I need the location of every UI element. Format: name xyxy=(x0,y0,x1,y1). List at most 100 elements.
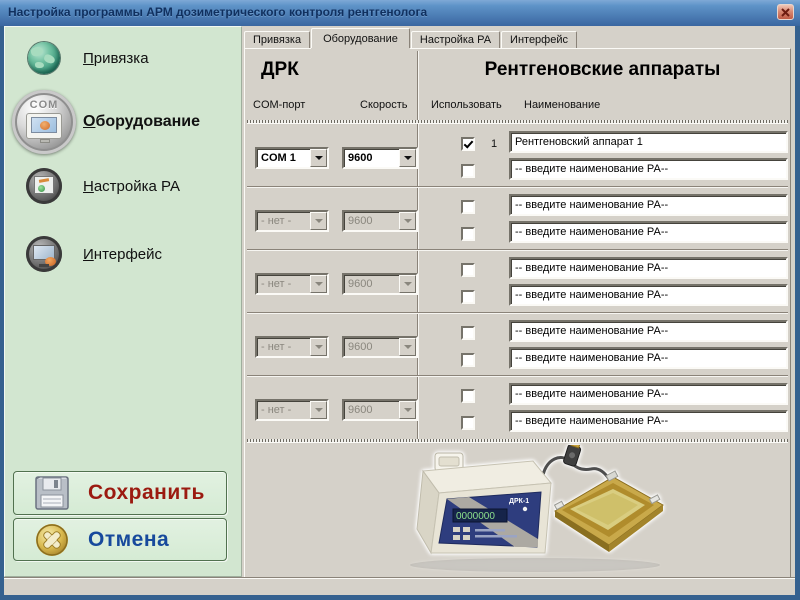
com-port-select: - нет - xyxy=(255,273,329,295)
close-button[interactable] xyxy=(777,4,794,20)
ra-name-input[interactable] xyxy=(509,284,788,306)
com-port-value: - нет - xyxy=(261,339,308,355)
drk-unit: ДРК-1 0000000 xyxy=(417,453,551,553)
accel-letter: О xyxy=(83,113,95,130)
dropdown-button[interactable] xyxy=(310,401,327,419)
dropdown-button[interactable] xyxy=(310,149,327,167)
icon-wrap xyxy=(5,168,83,204)
accel-letter: Н xyxy=(83,178,94,195)
dropdown-button[interactable] xyxy=(399,401,416,419)
sidebar-item-label: Настройка РА xyxy=(83,178,180,195)
drk-section-header: ДРК xyxy=(261,59,299,81)
use-checkbox[interactable] xyxy=(461,290,475,304)
use-checkbox[interactable] xyxy=(461,164,475,178)
icon-wrap xyxy=(5,236,83,272)
use-checkbox[interactable] xyxy=(461,200,475,214)
ra-row xyxy=(459,194,788,221)
column-label-com-port: COM-порт xyxy=(253,99,305,111)
dropdown-button[interactable] xyxy=(399,275,416,293)
drk-group: - нет - 9600 xyxy=(247,376,788,439)
use-checkbox[interactable] xyxy=(461,326,475,340)
ra-name-input[interactable] xyxy=(509,131,788,153)
device-label-text: ДРК-1 xyxy=(509,498,529,505)
dropdown-button[interactable] xyxy=(399,212,416,230)
chevron-down-icon xyxy=(404,345,412,349)
cable xyxy=(543,445,609,479)
ra-section-header: Рентгеновские аппараты xyxy=(417,59,788,81)
ra-row-number: 1 xyxy=(485,138,503,150)
column-label-use: Использовать xyxy=(431,99,502,111)
use-checkbox[interactable] xyxy=(461,416,475,430)
speed-select[interactable]: 9600 xyxy=(342,147,418,169)
dropdown-button[interactable] xyxy=(310,275,327,293)
dropdown-button[interactable] xyxy=(310,212,327,230)
detector-plate xyxy=(555,471,663,552)
status-strip xyxy=(4,577,795,595)
speed-value: 9600 xyxy=(348,213,397,229)
ra-name-input[interactable] xyxy=(509,158,788,180)
speed-value: 9600 xyxy=(348,402,397,418)
ra-name-input[interactable] xyxy=(509,257,788,279)
ra-row: 1 xyxy=(459,131,788,158)
ra-name-input[interactable] xyxy=(509,383,788,405)
sidebar-item-nastroyka-ra[interactable]: Настройка РА xyxy=(5,156,241,216)
use-checkbox[interactable] xyxy=(461,353,475,367)
ra-row xyxy=(459,257,788,284)
cancel-button[interactable]: Отмена xyxy=(13,518,227,561)
use-checkbox[interactable] xyxy=(461,137,475,151)
window-title: Настройка программы АРМ дозиметрического… xyxy=(8,5,777,19)
ra-name-input[interactable] xyxy=(509,194,788,216)
label-rest: борудование xyxy=(95,113,200,130)
settings-window: Настройка программы АРМ дозиметрического… xyxy=(0,0,800,600)
accel-letter: П xyxy=(83,50,94,67)
chevron-down-icon xyxy=(315,219,323,223)
save-button[interactable]: Сохранить xyxy=(13,471,227,515)
com-port-select[interactable]: COM 1 xyxy=(255,147,329,169)
chevron-down-icon xyxy=(315,282,323,286)
com-port-select: - нет - xyxy=(255,210,329,232)
label-rest: нтерфейс xyxy=(94,246,162,263)
chevron-down-icon xyxy=(315,408,323,412)
label-rest: ривязка xyxy=(94,50,149,67)
speed-value: 9600 xyxy=(348,150,397,166)
tab-interfeys[interactable]: Интерфейс xyxy=(501,31,577,48)
sidebar: Привязка COM Оборудование Настройка xyxy=(4,26,242,577)
ra-row xyxy=(459,221,788,248)
device-lcd-text: 0000000 xyxy=(456,511,495,522)
icon-wrap xyxy=(32,474,72,512)
com-port-value: - нет - xyxy=(261,213,308,229)
globe-icon xyxy=(28,42,60,74)
ra-name-input[interactable] xyxy=(509,410,788,432)
close-icon xyxy=(781,8,790,17)
speed-select: 9600 xyxy=(342,273,418,295)
sidebar-item-oborudovanie[interactable]: COM Оборудование xyxy=(5,88,241,156)
dotted-separator-bottom xyxy=(247,439,788,443)
ra-settings-icon xyxy=(26,168,62,204)
dropdown-button[interactable] xyxy=(310,338,327,356)
ra-name-input[interactable] xyxy=(509,347,788,369)
ra-name-input[interactable] xyxy=(509,320,788,342)
icon-wrap xyxy=(5,42,83,74)
dropdown-button[interactable] xyxy=(399,149,416,167)
tab-nastroyka-ra[interactable]: Настройка РА xyxy=(411,31,500,48)
use-checkbox[interactable] xyxy=(461,263,475,277)
chevron-down-icon xyxy=(404,408,412,412)
use-checkbox[interactable] xyxy=(461,389,475,403)
chevron-down-icon xyxy=(404,282,412,286)
equipment-tab-panel: ДРК Рентгеновские аппараты COM-порт Скор… xyxy=(244,48,791,577)
chevron-down-icon xyxy=(315,156,323,160)
sidebar-item-label: Привязка xyxy=(83,50,149,67)
save-button-label: Сохранить xyxy=(88,481,205,505)
tab-oborudovanie[interactable]: Оборудование xyxy=(311,28,410,48)
use-checkbox[interactable] xyxy=(461,227,475,241)
ra-name-input[interactable] xyxy=(509,221,788,243)
com-port-select: - нет - xyxy=(255,399,329,421)
dropdown-button[interactable] xyxy=(399,338,416,356)
tab-privyazka[interactable]: Привязка xyxy=(244,31,310,48)
speed-select: 9600 xyxy=(342,399,418,421)
titlebar[interactable]: Настройка программы АРМ дозиметрического… xyxy=(0,0,800,26)
sidebar-item-interfeys[interactable]: Интерфейс xyxy=(5,224,241,284)
icon-wrap xyxy=(32,522,72,558)
com-port-value: - нет - xyxy=(261,402,308,418)
sidebar-item-privyazka[interactable]: Привязка xyxy=(5,28,241,88)
